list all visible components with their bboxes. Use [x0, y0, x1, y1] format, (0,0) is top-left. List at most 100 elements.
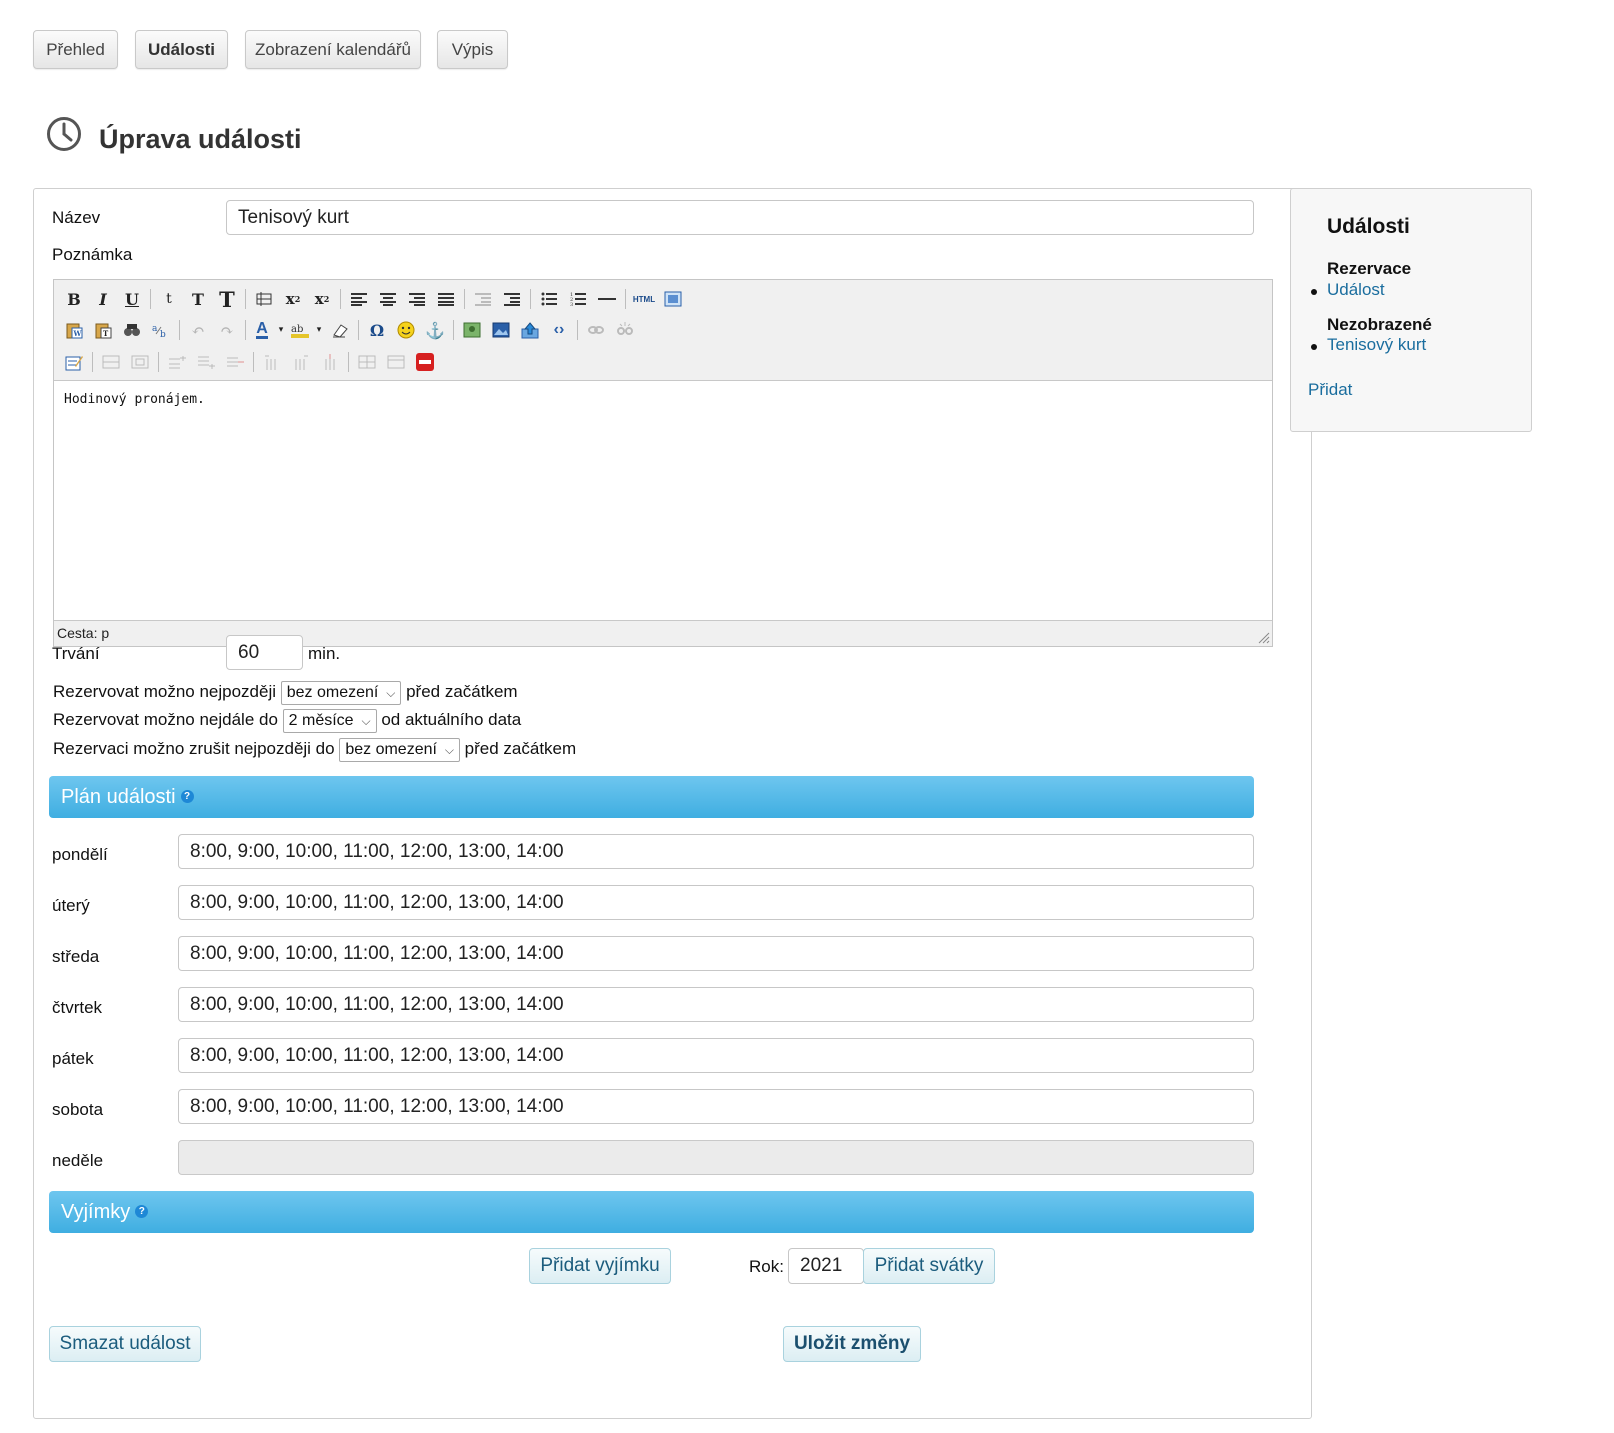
- text-color-dropdown-icon[interactable]: ▾: [276, 317, 286, 343]
- year-input[interactable]: 2021: [788, 1248, 864, 1284]
- find-icon[interactable]: [119, 317, 145, 343]
- anchor-icon[interactable]: ⚓: [422, 317, 448, 343]
- highlight-dropdown-icon[interactable]: ▾: [314, 317, 324, 343]
- large-text-icon[interactable]: T: [214, 286, 240, 312]
- bold-icon[interactable]: B: [61, 286, 87, 312]
- rule-label: Rezervovat možno nejpozději: [53, 682, 277, 701]
- highlight-color-icon[interactable]: ab: [289, 317, 311, 343]
- replace-icon[interactable]: ab: [148, 317, 174, 343]
- times-input-wednesday[interactable]: 8:00, 9:00, 10:00, 11:00, 12:00, 13:00, …: [178, 936, 1254, 971]
- gallery-icon[interactable]: [488, 317, 514, 343]
- note-editor: B I U t T T x2 x2 1 2 3 HTML W T a b ↶ ↷…: [53, 279, 1273, 647]
- unlink-icon[interactable]: [612, 317, 638, 343]
- times-input-thursday[interactable]: 8:00, 9:00, 10:00, 11:00, 12:00, 13:00, …: [178, 987, 1254, 1022]
- fullscreen-icon[interactable]: [660, 286, 686, 312]
- edit-form-icon[interactable]: [61, 349, 87, 375]
- times-input-friday[interactable]: 8:00, 9:00, 10:00, 11:00, 12:00, 13:00, …: [178, 1038, 1254, 1073]
- year-label: Rok:: [749, 1257, 784, 1276]
- align-center-icon[interactable]: [375, 286, 401, 312]
- numbered-list-icon[interactable]: 123: [565, 286, 591, 312]
- plan-section-title: Plán události: [61, 786, 176, 808]
- delete-col-icon[interactable]: [317, 349, 343, 375]
- rule-suffix: před začátkem: [464, 739, 577, 758]
- paste-text-icon[interactable]: T: [90, 317, 116, 343]
- tab-listing[interactable]: Výpis: [437, 30, 508, 69]
- row-after-icon[interactable]: [193, 349, 219, 375]
- justify-icon[interactable]: [433, 286, 459, 312]
- html-source-icon[interactable]: HTML: [631, 286, 657, 312]
- col-after-icon[interactable]: [288, 349, 314, 375]
- delete-row-icon[interactable]: [222, 349, 248, 375]
- times-input-monday[interactable]: 8:00, 9:00, 10:00, 11:00, 12:00, 13:00, …: [178, 834, 1254, 869]
- plan-section-header: Plán události?: [49, 776, 1254, 818]
- cell-props-icon[interactable]: [127, 349, 153, 375]
- split-cells-icon[interactable]: [354, 349, 380, 375]
- editor-content[interactable]: Hodinový pronájem.: [64, 392, 205, 407]
- paste-word-icon[interactable]: W: [61, 317, 87, 343]
- bullet: [1311, 289, 1317, 295]
- help-icon[interactable]: ?: [180, 790, 194, 804]
- reserve-latest-select[interactable]: bez omezení ⌵: [280, 680, 402, 705]
- small-text-icon[interactable]: t: [156, 286, 182, 312]
- cancel-latest-select[interactable]: bez omezení ⌵: [339, 737, 460, 762]
- embed-code-icon[interactable]: ‹›: [546, 317, 572, 343]
- delete-table-icon[interactable]: [412, 349, 438, 375]
- add-exception-button[interactable]: Přidat vyjímku: [529, 1248, 671, 1284]
- day-label-monday: pondělí: [52, 845, 108, 864]
- indent-icon[interactable]: [499, 286, 525, 312]
- horizontal-rule-icon[interactable]: [594, 286, 620, 312]
- name-input[interactable]: Tenisový kurt: [226, 200, 1254, 235]
- sidebar-item-tennis-court[interactable]: Tenisový kurt: [1327, 335, 1426, 355]
- tab-calendar-views[interactable]: Zobrazení kalendářů: [245, 30, 421, 69]
- bullet: [1311, 344, 1317, 350]
- exceptions-section-header: Vyjímky?: [49, 1191, 1254, 1233]
- text-color-icon[interactable]: A: [251, 317, 273, 343]
- upload-icon[interactable]: [517, 317, 543, 343]
- help-icon[interactable]: ?: [135, 1205, 149, 1219]
- text-size-icon[interactable]: T: [185, 286, 211, 312]
- col-before-icon[interactable]: [259, 349, 285, 375]
- times-input-saturday[interactable]: 8:00, 9:00, 10:00, 11:00, 12:00, 13:00, …: [178, 1089, 1254, 1124]
- chevron-down-icon: ⌵: [361, 713, 371, 728]
- image-icon[interactable]: [459, 317, 485, 343]
- duration-input[interactable]: 60: [226, 635, 303, 670]
- resize-grip-icon[interactable]: [1258, 632, 1270, 644]
- select-value: bez omezení: [345, 740, 437, 758]
- bullet-list-icon[interactable]: [536, 286, 562, 312]
- outdent-icon[interactable]: [470, 286, 496, 312]
- undo-icon[interactable]: ↶: [185, 317, 211, 343]
- sidebar-add-link[interactable]: Přidat: [1308, 380, 1352, 400]
- reserve-furthest-select[interactable]: 2 měsíce ⌵: [282, 708, 377, 733]
- eraser-icon[interactable]: [327, 317, 353, 343]
- subscript-icon[interactable]: x2: [280, 286, 306, 312]
- tab-events[interactable]: Události: [135, 30, 228, 69]
- delete-event-button[interactable]: Smazat událost: [49, 1326, 201, 1362]
- duration-label: Trvání: [52, 644, 100, 663]
- merge-cells-icon[interactable]: [383, 349, 409, 375]
- align-left-icon[interactable]: [346, 286, 372, 312]
- sidebar-item-event[interactable]: Událost: [1327, 280, 1385, 300]
- times-input-tuesday[interactable]: 8:00, 9:00, 10:00, 11:00, 12:00, 13:00, …: [178, 885, 1254, 920]
- row-before-icon[interactable]: [164, 349, 190, 375]
- events-sidebar: Události Rezervace Událost Nezobrazené T…: [1290, 188, 1532, 432]
- italic-icon[interactable]: I: [90, 286, 116, 312]
- save-changes-button[interactable]: Uložit změny: [783, 1326, 921, 1362]
- cancel-latest-rule: Rezervaci možno zrušit nejpozději do bez…: [53, 736, 576, 762]
- sidebar-group-hidden: Nezobrazené: [1327, 315, 1432, 334]
- day-label-thursday: čtvrtek: [52, 998, 103, 1017]
- svg-text:b: b: [160, 330, 166, 338]
- sidebar-group-reservations: Rezervace: [1327, 259, 1412, 278]
- table-props-icon[interactable]: [98, 349, 124, 375]
- special-char-icon[interactable]: Ω: [364, 317, 390, 343]
- add-holidays-button[interactable]: Přidat svátky: [863, 1248, 995, 1284]
- sidebar-title: Události: [1327, 215, 1410, 238]
- align-right-icon[interactable]: [404, 286, 430, 312]
- smiley-icon[interactable]: [393, 317, 419, 343]
- select-value: 2 měsíce: [288, 711, 354, 729]
- tab-overview[interactable]: Přehled: [33, 30, 118, 69]
- underline-icon[interactable]: U: [119, 286, 145, 312]
- insert-row-icon[interactable]: [251, 286, 277, 312]
- redo-icon[interactable]: ↷: [214, 317, 240, 343]
- link-icon[interactable]: [583, 317, 609, 343]
- superscript-icon[interactable]: x2: [309, 286, 335, 312]
